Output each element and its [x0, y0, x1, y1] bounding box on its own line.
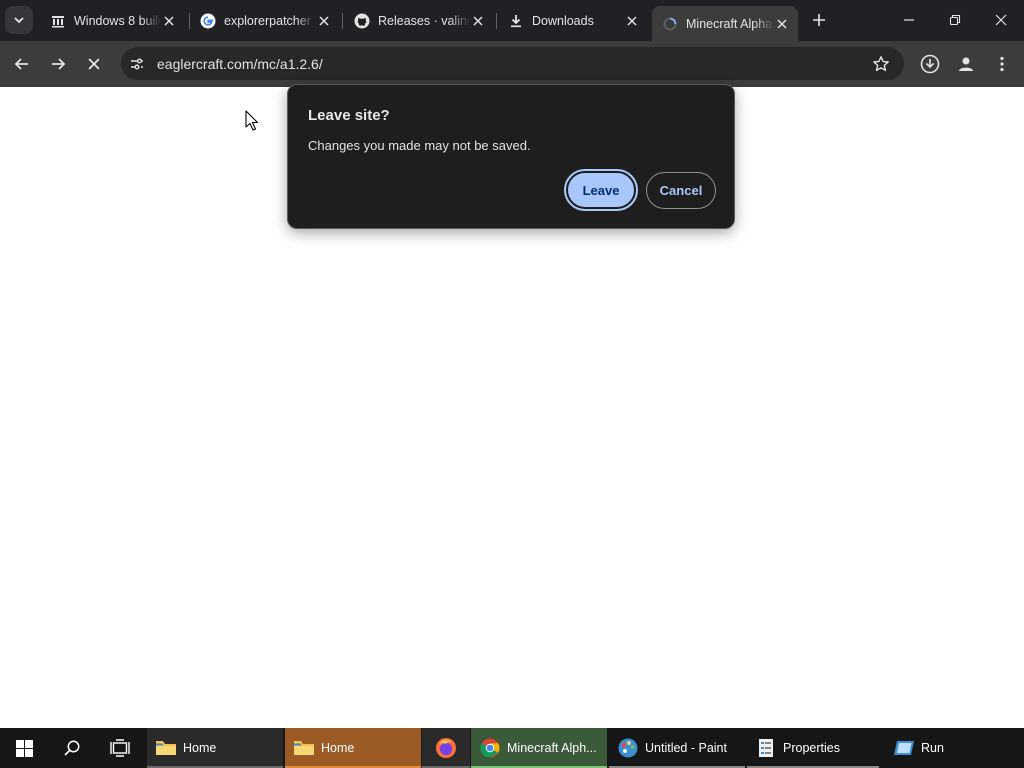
tab-title: Windows 8 build — [74, 13, 161, 28]
task-view-button[interactable] — [96, 728, 144, 768]
stop-loading-button[interactable] — [80, 50, 108, 78]
bookmark-star-icon[interactable] — [872, 55, 890, 73]
new-tab-button[interactable] — [808, 9, 830, 31]
paint-icon — [617, 737, 639, 759]
close-icon[interactable] — [774, 16, 790, 32]
profile-icon — [959, 57, 973, 71]
dialog-message: Changes you made may not be saved. — [308, 138, 531, 153]
tab-minecraft-alpha[interactable]: Minecraft Alpha — [652, 6, 798, 41]
taskbar: Home Home Minecraft Alph... Untitled - P… — [0, 728, 1024, 768]
tab-search-button[interactable] — [5, 6, 33, 34]
tab-title: explorerpatcher — [224, 13, 311, 28]
tab-separator — [342, 13, 343, 29]
minimize-icon — [904, 19, 914, 21]
tab-separator — [496, 13, 497, 29]
tab-title: Downloads — [532, 13, 594, 28]
tab-strip: Windows 8 build explorerpatcher Releases… — [0, 0, 1024, 41]
site-info-icon[interactable] — [125, 52, 149, 76]
mouse-cursor-icon — [245, 110, 259, 137]
folder-icon — [155, 737, 177, 759]
plus-icon — [813, 14, 825, 26]
tab-title: Releases · valinet — [378, 13, 470, 28]
taskbar-item-label: Properties — [783, 741, 840, 755]
task-view-icon — [110, 739, 130, 757]
close-icon[interactable] — [161, 13, 177, 29]
close-icon[interactable] — [470, 13, 486, 29]
search-button[interactable] — [48, 728, 96, 768]
library-icon — [50, 13, 66, 29]
chevron-down-icon — [14, 17, 24, 24]
taskbar-item-label: Run — [921, 741, 944, 755]
properties-icon — [755, 737, 777, 759]
kebab-menu-icon — [1000, 56, 1004, 72]
forward-arrow-icon — [52, 58, 66, 70]
taskbar-item-paint[interactable]: Untitled - Paint — [609, 728, 745, 768]
minimize-button[interactable] — [886, 0, 932, 40]
windows-logo-icon — [15, 739, 33, 757]
dialog-title: Leave site? — [308, 107, 390, 124]
search-icon — [64, 740, 80, 756]
cancel-button[interactable]: Cancel — [646, 172, 716, 209]
taskbar-item-home-2[interactable]: Home — [285, 728, 421, 768]
restore-icon — [949, 14, 961, 26]
github-icon — [354, 13, 370, 29]
profile-button[interactable] — [952, 50, 980, 78]
taskbar-item-firefox[interactable] — [422, 728, 470, 768]
stop-icon — [88, 58, 100, 70]
tab-downloads[interactable]: Downloads — [498, 6, 648, 35]
close-icon[interactable] — [316, 13, 332, 29]
start-button[interactable] — [0, 728, 48, 768]
restore-button[interactable] — [932, 0, 978, 40]
folder-icon — [293, 737, 315, 759]
taskbar-item-home-1[interactable]: Home — [147, 728, 283, 768]
close-icon — [995, 14, 1007, 26]
taskbar-item-label: Home — [321, 741, 355, 755]
back-button[interactable] — [8, 50, 36, 78]
menu-button[interactable] — [988, 50, 1016, 78]
downloads-button[interactable] — [916, 50, 944, 78]
leave-button[interactable]: Leave — [564, 169, 638, 211]
download-icon — [508, 13, 524, 29]
close-icon[interactable] — [624, 13, 640, 29]
taskbar-item-label: Home — [183, 741, 217, 755]
leave-site-dialog: Leave site? Changes you made may not be … — [287, 84, 735, 229]
address-bar[interactable]: eaglercraft.com/mc/a1.2.6/ — [121, 47, 904, 80]
tab-windows-8-build[interactable]: Windows 8 build — [40, 6, 185, 35]
taskbar-item-label: Minecraft Alph... — [507, 741, 597, 755]
download-circle-icon — [920, 54, 940, 74]
taskbar-item-run[interactable]: Run — [885, 728, 1021, 768]
firefox-icon — [435, 737, 457, 759]
close-window-button[interactable] — [978, 0, 1024, 40]
chrome-icon — [479, 737, 501, 759]
tab-title: Minecraft Alpha — [686, 16, 773, 31]
taskbar-item-label: Untitled - Paint — [645, 741, 727, 755]
loading-spinner-icon — [662, 16, 678, 32]
run-icon — [893, 737, 915, 759]
browser-toolbar: eaglercraft.com/mc/a1.2.6/ — [0, 41, 1024, 87]
back-arrow-icon — [14, 58, 28, 70]
forward-button[interactable] — [44, 50, 72, 78]
url-text[interactable]: eaglercraft.com/mc/a1.2.6/ — [157, 56, 323, 72]
tab-explorerpatcher[interactable]: explorerpatcher — [190, 6, 340, 35]
tab-releases-valinet[interactable]: Releases · valinet — [344, 6, 494, 35]
google-icon — [200, 13, 216, 29]
taskbar-item-chrome[interactable]: Minecraft Alph... — [471, 728, 607, 768]
taskbar-item-properties[interactable]: Properties — [747, 728, 879, 768]
